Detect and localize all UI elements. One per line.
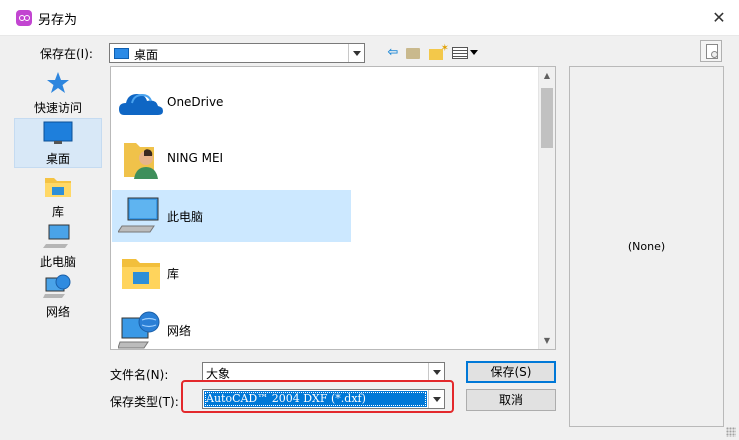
list-item[interactable]: 库 bbox=[112, 247, 351, 299]
network-icon bbox=[43, 274, 71, 298]
filename-label: 文件名(N): bbox=[110, 368, 169, 382]
list-item[interactable]: 此电脑 bbox=[112, 190, 351, 242]
list-item[interactable]: 网络 bbox=[112, 304, 351, 349]
highlight-annotation bbox=[181, 380, 454, 413]
network-icon bbox=[118, 311, 160, 349]
place-label: 桌面 bbox=[45, 152, 70, 166]
file-label: 库 bbox=[167, 267, 180, 281]
file-label: OneDrive bbox=[167, 95, 224, 109]
preview-text: (None) bbox=[627, 240, 666, 253]
place-label: 此电脑 bbox=[39, 255, 76, 269]
place-label: 快速访问 bbox=[33, 101, 82, 115]
cloud-icon bbox=[119, 93, 163, 115]
vertical-scrollbar[interactable]: ▲ ▼ bbox=[538, 67, 555, 349]
place-this-pc[interactable]: 此电脑 bbox=[14, 222, 102, 270]
computer-icon bbox=[43, 224, 70, 248]
save-in-value: 桌面 bbox=[134, 48, 159, 62]
resize-grip[interactable] bbox=[726, 427, 736, 437]
close-button[interactable]: ✕ bbox=[707, 6, 731, 30]
back-arrow-icon[interactable]: ⇦ bbox=[385, 44, 401, 62]
window-title: 另存为 bbox=[38, 13, 78, 28]
library-folder-icon bbox=[122, 259, 160, 289]
user-folder-icon bbox=[124, 143, 158, 179]
place-label: 库 bbox=[51, 205, 64, 219]
place-label: 网络 bbox=[45, 305, 70, 319]
scroll-thumb[interactable] bbox=[541, 88, 553, 148]
app-icon bbox=[16, 10, 32, 26]
places-bar: 快速访问 桌面 库 此电脑 网络 bbox=[14, 66, 102, 330]
star-icon bbox=[47, 72, 69, 93]
computer-icon bbox=[118, 197, 159, 233]
list-item[interactable]: OneDrive bbox=[112, 77, 351, 129]
up-folder-icon[interactable] bbox=[405, 44, 421, 62]
chevron-down-icon[interactable] bbox=[348, 44, 364, 62]
preview-pane: (None) bbox=[569, 66, 724, 427]
desktop-icon bbox=[43, 121, 73, 144]
file-label: 此电脑 bbox=[167, 210, 204, 224]
place-desktop[interactable]: 桌面 bbox=[14, 118, 102, 168]
desktop-icon bbox=[114, 48, 129, 59]
place-quick-access[interactable]: 快速访问 bbox=[14, 70, 102, 118]
scroll-up-icon[interactable]: ▲ bbox=[539, 67, 555, 84]
new-folder-icon[interactable] bbox=[427, 40, 449, 62]
place-library[interactable]: 库 bbox=[14, 172, 102, 220]
list-item[interactable]: NING MEI bbox=[112, 133, 351, 185]
chevron-down-icon[interactable] bbox=[428, 363, 444, 381]
place-network[interactable]: 网络 bbox=[14, 272, 102, 322]
title-bar: 另存为 ✕ bbox=[0, 0, 739, 36]
save-in-dropdown[interactable]: 桌面 bbox=[109, 43, 365, 63]
scroll-down-icon[interactable]: ▼ bbox=[539, 332, 555, 349]
preview-toggle-icon[interactable] bbox=[700, 40, 722, 62]
filename-input[interactable]: 大象 bbox=[202, 362, 445, 382]
save-button[interactable]: 保存(S) bbox=[466, 361, 556, 383]
cancel-button[interactable]: 取消 bbox=[466, 389, 556, 411]
library-folder-icon bbox=[45, 178, 71, 197]
file-list[interactable]: OneDrive NING MEI 此电脑 库 网络 ▲ ▼ bbox=[110, 66, 556, 350]
file-label: 网络 bbox=[167, 324, 192, 338]
view-menu-icon[interactable] bbox=[451, 44, 479, 62]
filetype-label: 保存类型(T): bbox=[110, 395, 179, 409]
file-label: NING MEI bbox=[167, 151, 224, 165]
save-in-label: 保存在(I): bbox=[40, 47, 93, 61]
